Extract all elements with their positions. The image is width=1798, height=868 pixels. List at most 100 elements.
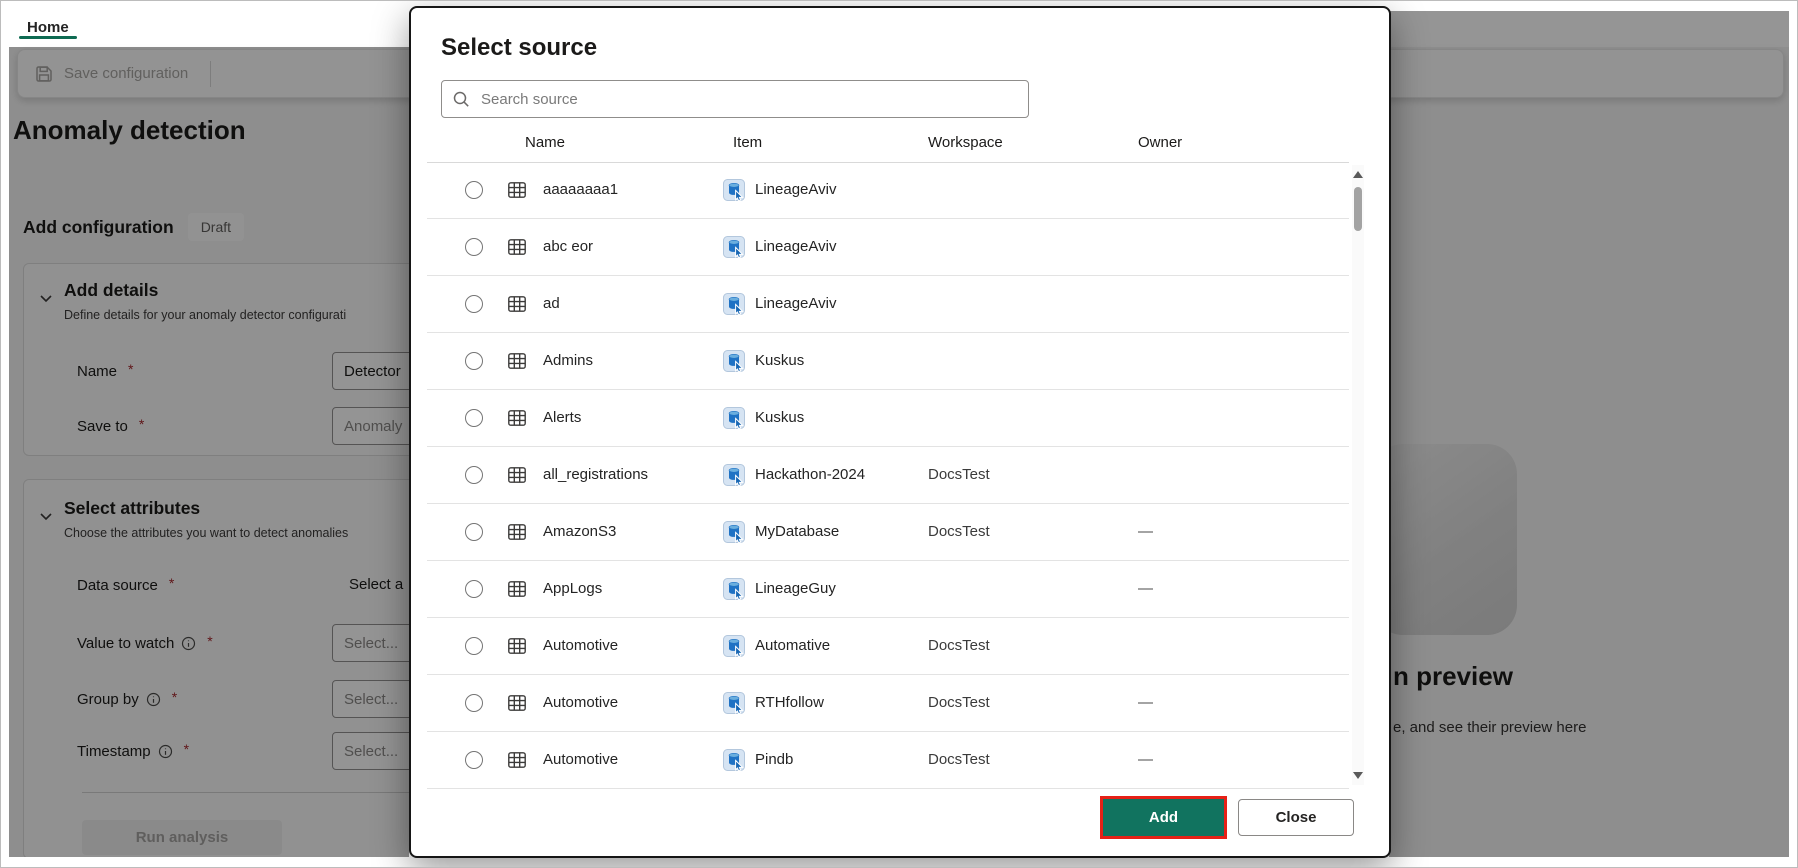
row-name: Automotive: [543, 751, 619, 768]
kql-database-icon: [723, 179, 745, 201]
row-name: ad: [543, 295, 560, 312]
search-source-input[interactable]: [479, 89, 1018, 109]
row-item: LineageAviv: [755, 238, 837, 255]
radio-button[interactable]: [465, 295, 483, 313]
screen-margin: [1, 857, 1797, 867]
modal-dim-overlay: [9, 47, 409, 859]
scroll-down-icon[interactable]: [1353, 772, 1363, 779]
table-row[interactable]: Automotive Pindb DocsTest —: [427, 732, 1349, 789]
app-screen: Home Save configuration Anomaly detectio…: [0, 0, 1798, 868]
tab-home[interactable]: Home: [17, 11, 79, 39]
row-item: LineageAviv: [755, 181, 837, 198]
radio-button[interactable]: [465, 751, 483, 769]
row-item: Kuskus: [755, 409, 805, 426]
table-row[interactable]: AppLogs LineageGuy —: [427, 561, 1349, 618]
column-header-owner[interactable]: Owner: [1138, 134, 1182, 151]
row-item: Hackathon-2024: [755, 466, 866, 483]
row-name: Automotive: [543, 694, 619, 711]
table-row[interactable]: AmazonS3 MyDatabase DocsTest —: [427, 504, 1349, 561]
radio-button[interactable]: [465, 694, 483, 712]
search-icon: [453, 91, 469, 107]
close-button[interactable]: Close: [1238, 799, 1354, 836]
radio-button[interactable]: [465, 181, 483, 199]
kql-database-icon: [723, 350, 745, 372]
row-name: Admins: [543, 352, 594, 369]
modal-dim-overlay: [1389, 11, 1789, 859]
source-table-body: aaaaaaaa1 LineageAviv abc eor LineageAvi…: [427, 162, 1349, 789]
row-item: Automative: [755, 637, 831, 654]
scrollbar-thumb[interactable]: [1354, 187, 1362, 231]
row-name: abc eor: [543, 238, 594, 255]
radio-button[interactable]: [465, 523, 483, 541]
radio-button[interactable]: [465, 637, 483, 655]
row-name: AmazonS3: [543, 523, 617, 540]
table-scrollbar[interactable]: [1352, 165, 1364, 785]
row-workspace: DocsTest: [928, 751, 990, 768]
radio-button[interactable]: [465, 580, 483, 598]
row-name: all_registrations: [543, 466, 649, 483]
table-row[interactable]: Alerts Kuskus: [427, 390, 1349, 447]
radio-button[interactable]: [465, 352, 483, 370]
row-owner: —: [1138, 523, 1153, 540]
add-button-highlight: Add: [1100, 796, 1227, 839]
table-row[interactable]: Automotive Automative DocsTest: [427, 618, 1349, 675]
table-grid-icon: [508, 752, 526, 768]
row-name: aaaaaaaa1: [543, 181, 619, 198]
dialog-title: Select source: [441, 34, 598, 61]
table-grid-icon: [508, 524, 526, 540]
table-grid-icon: [508, 410, 526, 426]
row-owner: —: [1138, 751, 1153, 768]
table-row[interactable]: ad LineageAviv: [427, 276, 1349, 333]
table-header: Name Item Workspace Owner: [427, 128, 1349, 163]
row-name: Automotive: [543, 637, 619, 654]
table-grid-icon: [508, 296, 526, 312]
kql-database-icon: [723, 236, 745, 258]
table-grid-icon: [508, 239, 526, 255]
kql-database-icon: [723, 578, 745, 600]
table-grid-icon: [508, 638, 526, 654]
table-grid-icon: [508, 353, 526, 369]
row-item: LineageGuy: [755, 580, 836, 597]
tab-home-label: Home: [27, 19, 69, 36]
tab-active-underline: [19, 36, 77, 39]
select-source-dialog: Select source Name Item Workspace Owner …: [409, 6, 1391, 858]
table-row[interactable]: aaaaaaaa1 LineageAviv: [427, 162, 1349, 219]
row-name: Alerts: [543, 409, 582, 426]
radio-button[interactable]: [465, 238, 483, 256]
kql-database-icon: [723, 293, 745, 315]
table-row[interactable]: Admins Kuskus: [427, 333, 1349, 390]
scroll-up-icon[interactable]: [1353, 171, 1363, 178]
kql-database-icon: [723, 521, 745, 543]
row-workspace: DocsTest: [928, 466, 990, 483]
add-button[interactable]: Add: [1103, 799, 1224, 836]
row-owner: —: [1138, 694, 1153, 711]
column-header-item[interactable]: Item: [733, 134, 762, 151]
kql-database-icon: [723, 749, 745, 771]
row-item: Kuskus: [755, 352, 805, 369]
row-item: LineageAviv: [755, 295, 837, 312]
kql-database-icon: [723, 464, 745, 486]
table-grid-icon: [508, 581, 526, 597]
row-name: AppLogs: [543, 580, 603, 597]
table-row[interactable]: Automotive RTHfollow DocsTest —: [427, 675, 1349, 732]
kql-database-icon: [723, 692, 745, 714]
search-source-box[interactable]: [441, 80, 1029, 118]
screen-margin: [1, 1, 9, 867]
screen-margin: [1789, 1, 1797, 867]
table-row[interactable]: all_registrations Hackathon-2024 DocsTes…: [427, 447, 1349, 504]
table-grid-icon: [508, 695, 526, 711]
radio-button[interactable]: [465, 466, 483, 484]
column-header-name[interactable]: Name: [525, 134, 565, 151]
row-item: RTHfollow: [755, 694, 824, 711]
kql-database-icon: [723, 635, 745, 657]
row-owner: —: [1138, 580, 1153, 597]
table-row[interactable]: abc eor LineageAviv: [427, 219, 1349, 276]
radio-button[interactable]: [465, 409, 483, 427]
row-item: Pindb: [755, 751, 794, 768]
row-workspace: DocsTest: [928, 523, 990, 540]
row-workspace: DocsTest: [928, 694, 990, 711]
table-grid-icon: [508, 182, 526, 198]
table-grid-icon: [508, 467, 526, 483]
column-header-workspace[interactable]: Workspace: [928, 134, 1003, 151]
kql-database-icon: [723, 407, 745, 429]
